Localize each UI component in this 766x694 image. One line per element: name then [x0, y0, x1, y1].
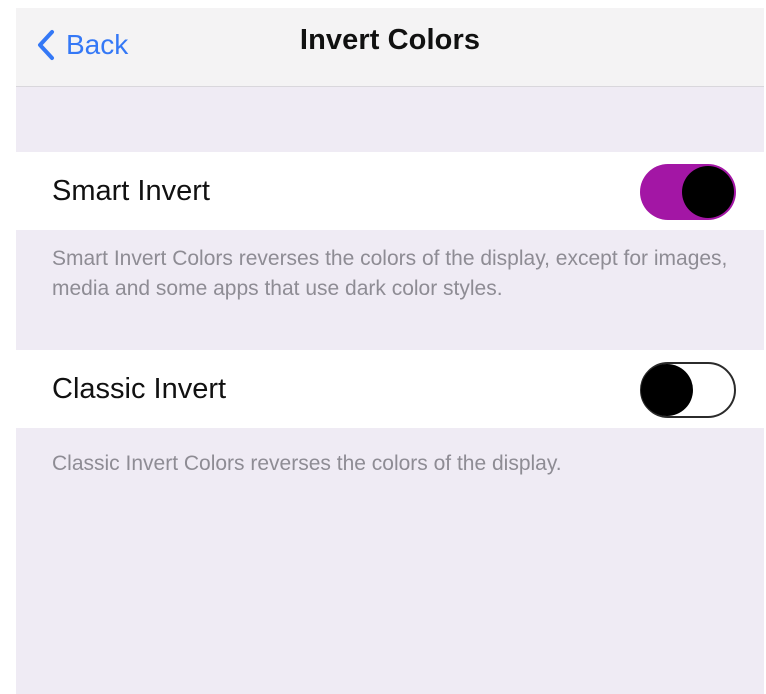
toggle-knob [641, 364, 693, 416]
classic-invert-footer: Classic Invert Colors reverses the color… [52, 452, 562, 475]
smart-invert-row: Smart Invert [16, 152, 764, 230]
classic-invert-label: Classic Invert [52, 373, 227, 405]
smart-invert-toggle[interactable] [640, 164, 736, 220]
classic-invert-toggle[interactable] [640, 362, 736, 418]
toggle-knob [682, 166, 734, 218]
page-title: Invert Colors [299, 24, 481, 56]
smart-invert-footer: Smart Invert Colors reverses the colors … [52, 247, 728, 300]
classic-invert-row: Classic Invert [16, 350, 764, 428]
smart-invert-label: Smart Invert [52, 175, 210, 207]
navigation-bar: Back Invert Colors [16, 8, 764, 87]
settings-screen: Back Invert Colors Smart Invert Smart In… [16, 8, 764, 694]
